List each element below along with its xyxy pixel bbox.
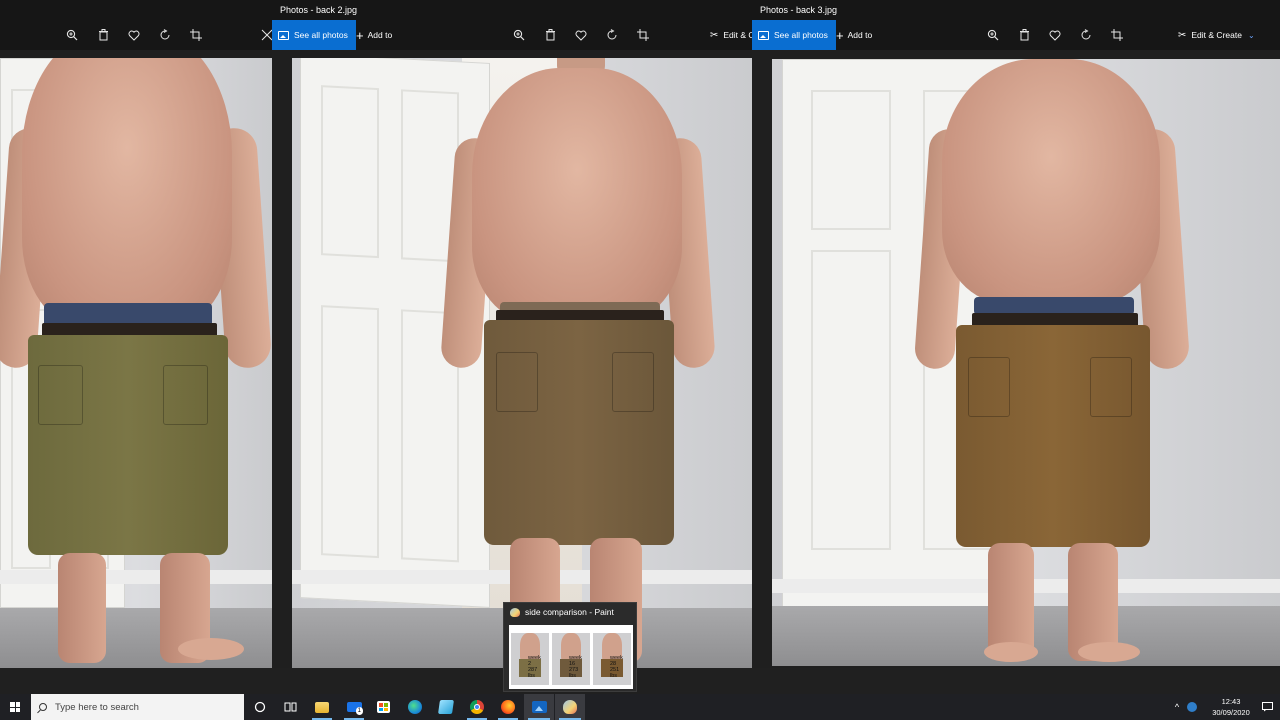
photos-toolbar bbox=[0, 20, 272, 50]
thumbnail-title: side comparison - Paint bbox=[510, 607, 614, 617]
cortana-icon[interactable] bbox=[246, 694, 274, 720]
back-photo-1[interactable] bbox=[0, 58, 272, 668]
photos-icon bbox=[278, 30, 289, 40]
zoom-in-icon[interactable] bbox=[506, 20, 532, 50]
clock[interactable]: 12:43 30/09/2020 bbox=[1208, 696, 1254, 718]
heart-icon[interactable] bbox=[121, 20, 147, 50]
back-photo-3[interactable] bbox=[772, 59, 1280, 666]
steam-icon[interactable] bbox=[1184, 694, 1200, 720]
taskbar-search-box[interactable]: Type here to search bbox=[31, 694, 244, 720]
add-to-button[interactable]: + Add to bbox=[836, 20, 872, 50]
edit-create-button[interactable]: ✂ Edit & C bbox=[710, 20, 752, 50]
add-to-button[interactable]: + Add to bbox=[356, 20, 392, 50]
window-title[interactable]: Photos - back 3.jpg bbox=[752, 0, 1280, 20]
zoom-in-icon[interactable] bbox=[980, 20, 1006, 50]
chevron-up-icon[interactable]: ^ bbox=[1170, 694, 1184, 720]
crop-icon[interactable] bbox=[630, 20, 656, 50]
crop-icon[interactable] bbox=[1104, 20, 1130, 50]
notification-icon[interactable] bbox=[1258, 694, 1276, 720]
start-button[interactable] bbox=[0, 694, 30, 720]
photo-canvas bbox=[0, 56, 272, 668]
crop-icon[interactable] bbox=[183, 20, 209, 50]
plus-icon: + bbox=[356, 27, 364, 43]
preview-photo: week 2 287 lbs bbox=[511, 633, 549, 685]
edit-create-icon: ✂ bbox=[1178, 29, 1187, 41]
edit-create-button[interactable]: ✂ Edit & Create ⌄ bbox=[1178, 20, 1255, 50]
rotate-icon[interactable] bbox=[152, 20, 178, 50]
mail-badge: 1 bbox=[355, 707, 363, 715]
firefox-icon[interactable] bbox=[494, 694, 522, 720]
rotate-icon[interactable] bbox=[599, 20, 625, 50]
photos-icon bbox=[758, 30, 769, 40]
heart-icon[interactable] bbox=[1042, 20, 1068, 50]
taskbar: Type here to search 1 ^ 12:43 30/09/2020 bbox=[0, 694, 1280, 720]
plus-icon: + bbox=[836, 27, 844, 43]
thumbnail-image[interactable]: week 2 287 lbs week 16 273 lbs week 28 251 lbs bbox=[509, 625, 633, 689]
edge-icon[interactable] bbox=[401, 694, 429, 720]
file-explorer-icon[interactable] bbox=[308, 694, 336, 720]
store-icon[interactable] bbox=[369, 694, 397, 720]
see-all-photos-button[interactable]: See all photos bbox=[752, 20, 836, 50]
photos-window-back-3[interactable]: Photos - back 3.jpg See all photos + Add … bbox=[752, 0, 1280, 694]
heart-icon[interactable] bbox=[568, 20, 594, 50]
paint-thumbnail-preview[interactable]: side comparison - Paint week 2 287 lbs week… bbox=[503, 602, 637, 692]
trash-icon[interactable] bbox=[1011, 20, 1037, 50]
paint-icon[interactable] bbox=[555, 694, 585, 720]
search-icon bbox=[39, 703, 47, 711]
desktop: Photos - back 2.jpg See all photos + Add … bbox=[0, 0, 1280, 720]
trash-icon[interactable] bbox=[90, 20, 116, 50]
photo-canvas bbox=[272, 56, 752, 668]
paint-icon bbox=[510, 607, 520, 617]
trash-icon[interactable] bbox=[537, 20, 563, 50]
photos-toolbar: See all photos + Add to ✂ Edit & Create ⌄ bbox=[752, 20, 1280, 50]
edit-icon[interactable] bbox=[254, 20, 272, 50]
mail-icon[interactable]: 1 bbox=[340, 694, 368, 720]
preview-photo: week 16 273 lbs bbox=[552, 633, 590, 685]
photos-icon[interactable] bbox=[524, 694, 554, 720]
photos-toolbar: See all photos + Add to ✂ Edit & C bbox=[272, 20, 752, 50]
see-all-photos-button[interactable]: See all photos bbox=[272, 20, 356, 50]
task-view-icon[interactable] bbox=[276, 694, 304, 720]
chevron-down-icon[interactable]: ⌄ bbox=[1248, 31, 1255, 40]
photos-window-back-2[interactable]: Photos - back 2.jpg See all photos + Add … bbox=[272, 0, 752, 694]
edit-create-icon: ✂ bbox=[710, 29, 719, 41]
windows-logo-icon bbox=[10, 702, 20, 712]
window-titlebar[interactable] bbox=[0, 0, 272, 20]
notepad-icon[interactable] bbox=[432, 694, 460, 720]
preview-photo: week 28 251 lbs bbox=[593, 633, 631, 685]
photo-canvas bbox=[752, 56, 1280, 668]
rotate-icon[interactable] bbox=[1073, 20, 1099, 50]
system-tray: ^ 12:43 30/09/2020 bbox=[1168, 694, 1280, 720]
zoom-in-icon[interactable] bbox=[59, 20, 85, 50]
window-title[interactable]: Photos - back 2.jpg bbox=[272, 0, 752, 20]
photos-window-1[interactable] bbox=[0, 0, 272, 694]
back-photo-2[interactable] bbox=[292, 58, 752, 668]
chrome-icon[interactable] bbox=[463, 694, 491, 720]
